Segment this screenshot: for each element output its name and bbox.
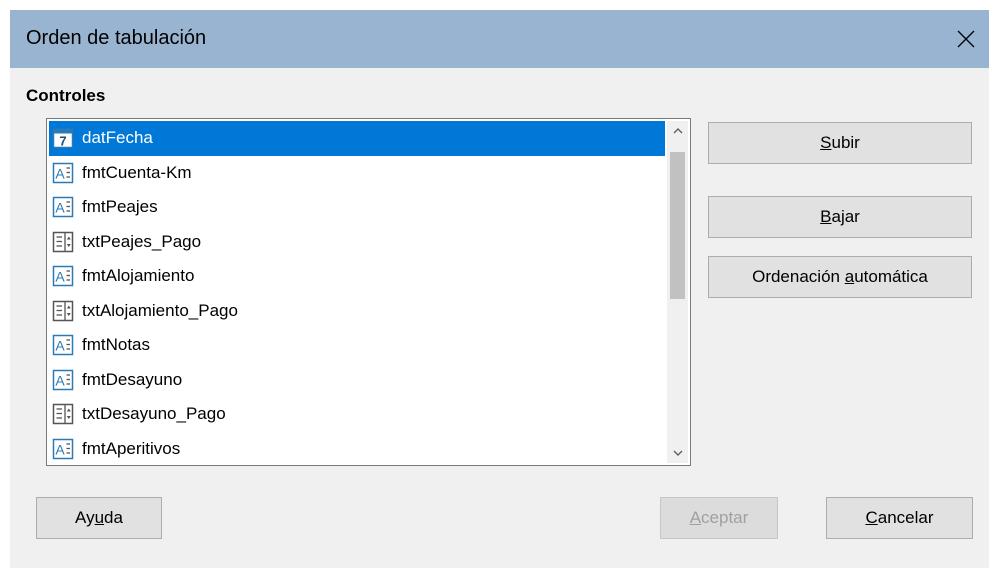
tab-order-dialog: Orden de tabulación Controles 7 datFecha A… (10, 10, 989, 568)
list-item[interactable]: txtPeajes_Pago (49, 225, 665, 260)
title-bar: Orden de tabulación (10, 10, 989, 68)
list-item-label: txtPeajes_Pago (82, 231, 202, 251)
svg-text:A: A (55, 338, 65, 354)
controls-label: Controles (26, 86, 106, 105)
chevron-down-icon (673, 450, 682, 456)
svg-text:A: A (55, 165, 65, 181)
numeric-field-icon (52, 403, 74, 425)
controls-list-items: 7 datFecha AfmtCuenta-Km AfmtPeajes txtPeaje… (49, 121, 665, 466)
list-item-label: fmtAperitivos (82, 438, 181, 458)
list-item[interactable]: AfmtCuenta-Km (49, 156, 665, 191)
close-button[interactable] (943, 10, 989, 68)
cancel-button[interactable]: Cancelar (826, 497, 973, 539)
move-down-button[interactable]: Bajar (708, 196, 972, 238)
list-item[interactable]: AfmtNotas (49, 328, 665, 363)
svg-text:A: A (55, 441, 65, 457)
list-item[interactable]: txtDesayuno_Pago (49, 397, 665, 432)
formatted-field-icon: A (52, 438, 74, 460)
vertical-scrollbar[interactable] (667, 121, 688, 463)
svg-text:A: A (55, 372, 65, 388)
list-item[interactable]: AfmtPeajes (49, 190, 665, 225)
list-item[interactable]: AfmtDesayuno (49, 363, 665, 398)
scroll-down-button[interactable] (667, 443, 688, 463)
list-item-label: fmtAlojamiento (82, 266, 195, 286)
svg-text:A: A (55, 269, 65, 285)
automatic-sort-button[interactable]: Ordenación a utomática (708, 256, 972, 298)
list-item-label: fmtCuenta-Km (82, 162, 192, 182)
numeric-field-icon (52, 300, 74, 322)
help-button[interactable]: Ay u da (36, 497, 162, 539)
list-item[interactable]: txtAlojamiento_Pago (49, 294, 665, 329)
scroll-up-button[interactable] (667, 121, 688, 141)
list-item-label: txtDesayuno_Pago (82, 404, 226, 424)
numeric-field-icon (52, 231, 74, 253)
date-field-icon: 7 (52, 127, 74, 149)
accept-button[interactable]: Aceptar (660, 497, 778, 539)
list-item[interactable]: AfmtAlojamiento (49, 259, 665, 294)
move-up-button[interactable]: Subir (708, 122, 972, 164)
list-item[interactable]: 7 datFecha (49, 121, 665, 156)
dialog-title: Orden de tabulación (26, 27, 207, 49)
list-item[interactable]: AfmtAperitivos (49, 432, 665, 467)
formatted-field-icon: A (52, 369, 74, 391)
chevron-up-icon (673, 128, 682, 134)
svg-text:A: A (55, 200, 65, 216)
scrollbar-thumb[interactable] (670, 152, 685, 299)
svg-text:7: 7 (59, 134, 66, 149)
list-item-label: fmtNotas (82, 335, 151, 355)
formatted-field-icon: A (52, 196, 74, 218)
list-item-label: fmtDesayuno (82, 369, 183, 389)
formatted-field-icon: A (52, 334, 74, 356)
list-item-label: datFecha (82, 128, 153, 148)
list-item-label: fmtPeajes (82, 197, 158, 217)
close-icon (957, 30, 975, 48)
controls-listbox[interactable]: 7 datFecha AfmtCuenta-Km AfmtPeajes txtPeaje… (46, 118, 691, 466)
formatted-field-icon: A (52, 162, 74, 184)
formatted-field-icon: A (52, 265, 74, 287)
list-item-label: txtAlojamiento_Pago (82, 300, 238, 320)
